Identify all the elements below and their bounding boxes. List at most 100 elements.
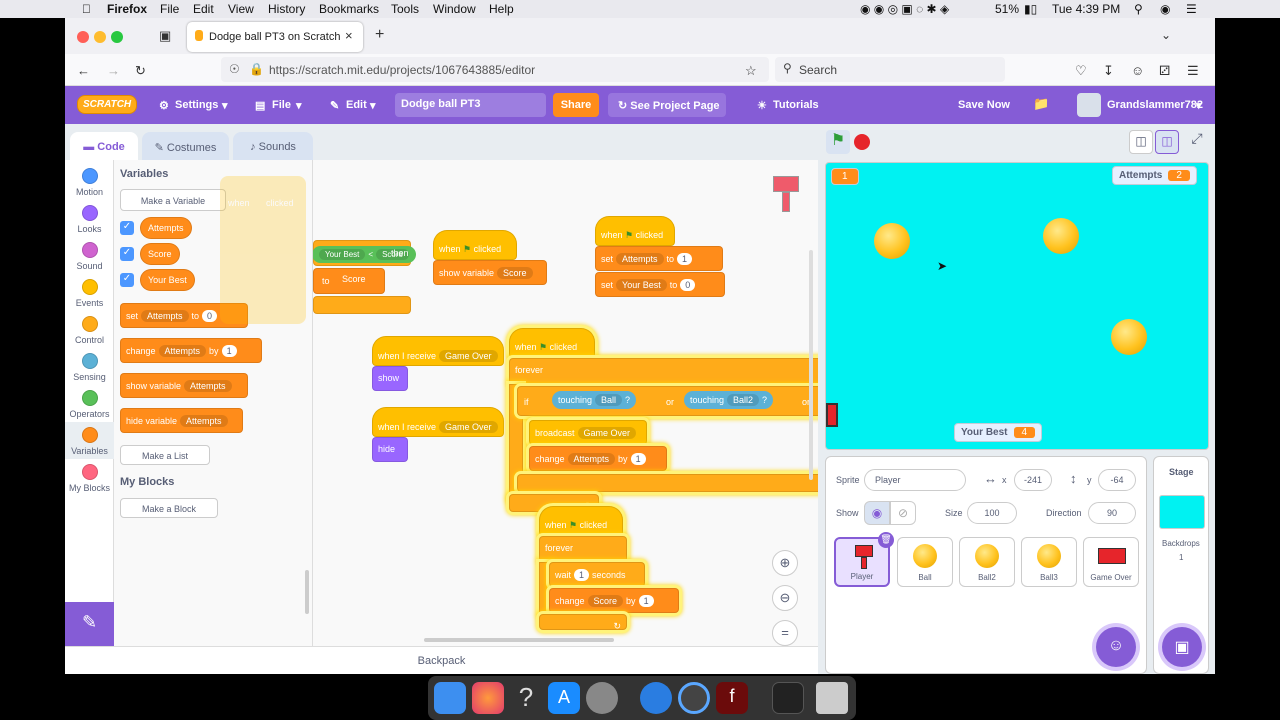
forward-icon[interactable]: → [107, 63, 120, 78]
quicktime-icon[interactable] [678, 682, 710, 714]
set-var-dropdown[interactable]: Attempts [141, 310, 189, 322]
category-my-blocks[interactable]: My Blocks [65, 464, 114, 493]
stage-backdrop-thumb[interactable] [1159, 495, 1205, 529]
sprite-name-input[interactable]: Player [864, 469, 966, 491]
direction-input[interactable]: 90 [1088, 502, 1136, 524]
ball3-sprite[interactable] [1111, 319, 1147, 355]
player-sprite[interactable] [826, 403, 838, 427]
apple-menu-icon[interactable]:  [82, 2, 91, 16]
back-icon[interactable]: ← [77, 63, 90, 78]
attempts-checkbox[interactable]: ✓ [120, 221, 134, 235]
broadcast-block[interactable]: broadcast Game Over [529, 420, 647, 445]
stage-canvas[interactable]: 1 Attempts 2 ➤ Your Best 4 [825, 162, 1209, 450]
delete-sprite-icon[interactable]: 🗑 [878, 532, 894, 548]
flash-icon[interactable]: f [716, 682, 748, 714]
forever-block[interactable]: forever [509, 358, 818, 384]
downloads-icon[interactable]: ↧ [1103, 63, 1114, 79]
your-best-monitor[interactable]: Your Best 4 [954, 423, 1043, 442]
menu-edit[interactable]: Edit [193, 2, 214, 16]
screenshot-icon[interactable] [772, 682, 804, 714]
sprite-tile-player[interactable]: Player 🗑 [834, 532, 894, 587]
add-backdrop-button[interactable]: ▣ [1162, 627, 1202, 667]
category-operators[interactable]: Operators [65, 390, 114, 419]
menu-file[interactable]: File [160, 2, 179, 16]
file-icon[interactable]: ▤ [255, 99, 265, 112]
app-name[interactable]: Firefox [107, 2, 147, 16]
show-var-dropdown[interactable]: Attempts [184, 380, 232, 392]
control-center-icon[interactable]: ☰ [1186, 2, 1197, 16]
app-store-icon[interactable]: A [548, 682, 580, 714]
when-i-receive-hat-2[interactable]: when I receive Game Over [372, 407, 504, 437]
edit-menu[interactable]: Edit [346, 99, 367, 111]
hide-var-dropdown[interactable]: Attempts [180, 415, 228, 427]
pocket-icon[interactable]: ♡ [1075, 63, 1087, 79]
menu-history[interactable]: History [268, 2, 305, 16]
wait-block[interactable]: wait 1 seconds [549, 562, 645, 587]
bookmark-star-icon[interactable]: ☆ [745, 63, 757, 79]
make-variable-button[interactable]: Make a Variable [120, 189, 226, 211]
set-your-best-block[interactable]: set Your Best to 0 [595, 272, 725, 297]
url-bar[interactable]: ☉ 🔒 https://scratch.mit.edu/projects/106… [221, 57, 769, 82]
when-flag-clicked-hat-3[interactable]: when ⚑ clicked [509, 328, 595, 358]
variable-score[interactable]: Score [140, 243, 180, 265]
score-checkbox[interactable]: ✓ [120, 247, 134, 261]
search-field[interactable]: ⚲ Search [775, 57, 1005, 82]
hide-block[interactable]: hide [372, 437, 408, 462]
normal-stage-button[interactable]: ◫ [1155, 130, 1179, 154]
save-now-button[interactable]: Save Now [958, 99, 1010, 111]
my-stuff-icon[interactable]: 📁 [1033, 96, 1049, 112]
fullscreen-icon[interactable]: ⤢ [1185, 130, 1209, 154]
close-window-button[interactable] [77, 31, 89, 43]
category-control[interactable]: Control [65, 316, 114, 345]
tab-overview-icon[interactable]: ▣ [159, 28, 171, 44]
new-tab-icon[interactable]: + [375, 26, 384, 44]
category-events[interactable]: Events [65, 279, 114, 308]
size-input[interactable]: 100 [967, 502, 1017, 524]
settings-icon[interactable]: ⚙ [159, 99, 169, 112]
show-variable-score-block[interactable]: show variable Score [433, 260, 547, 285]
spotlight-icon[interactable]: ⚲ [1134, 2, 1143, 16]
firefox-icon[interactable] [472, 682, 504, 714]
ball2-sprite[interactable] [1043, 218, 1079, 254]
add-extension-button[interactable]: ✎ [65, 602, 114, 646]
scratch-logo[interactable]: SCRATCH [77, 95, 138, 114]
when-i-receive-hat-1[interactable]: when I receive Game Over [372, 336, 504, 366]
change-value-input[interactable]: 1 [221, 345, 237, 357]
close-tab-icon[interactable]: × [345, 28, 353, 43]
category-sensing[interactable]: Sensing [65, 353, 114, 382]
category-variables[interactable]: Variables [65, 422, 114, 459]
if-touching-block[interactable]: if touching Ball? or touching Ball2? or [517, 386, 818, 416]
if-block-fragment[interactable]: Your Best < Score then [313, 240, 416, 266]
menu-window[interactable]: Window [433, 2, 476, 16]
help-icon[interactable]: ? [510, 682, 542, 714]
app-menu-icon[interactable]: ☰ [1187, 63, 1199, 79]
sprite-tile-ball3[interactable]: Ball3 [1021, 537, 1077, 587]
zoom-window-button[interactable] [111, 31, 123, 43]
make-block-button[interactable]: Make a Block [120, 498, 218, 518]
when-flag-clicked-hat-1[interactable]: when ⚑ clicked [433, 230, 517, 260]
clock[interactable]: Tue 4:39 PM [1052, 2, 1120, 16]
vertical-scrollbar[interactable] [809, 250, 813, 480]
change-variable-block[interactable]: change Attempts by 1 [120, 338, 262, 363]
show-block[interactable]: show [372, 366, 408, 391]
set-attempts-block[interactable]: set Attempts to 1 [595, 246, 723, 271]
browser-tab[interactable]: Dodge ball PT3 on Scratch × [187, 22, 363, 52]
make-list-button[interactable]: Make a List [120, 445, 210, 465]
forever-block-2[interactable]: forever [539, 536, 627, 562]
avatar[interactable] [1077, 93, 1101, 117]
tutorials-menu[interactable]: Tutorials [773, 99, 819, 111]
zoom-reset-button[interactable]: = [772, 620, 798, 646]
ball-sprite[interactable] [874, 223, 910, 259]
menu-help[interactable]: Help [489, 2, 514, 16]
record-icon[interactable]: ◉ ◉ ◎ ▣ ◌ ✱ ◈ [860, 2, 949, 16]
your-best-checkbox[interactable]: ✓ [120, 273, 134, 287]
attempts-monitor[interactable]: Attempts 2 [1112, 166, 1197, 185]
menu-view[interactable]: View [228, 2, 254, 16]
file-menu[interactable]: File [272, 99, 291, 111]
category-motion[interactable]: Motion [65, 168, 114, 197]
list-tabs-icon[interactable]: ⌄ [1161, 28, 1171, 42]
account-icon[interactable]: ☺ [1131, 63, 1144, 78]
sprite-tile-ball[interactable]: Ball [897, 537, 953, 587]
minimize-window-button[interactable] [94, 31, 106, 43]
safari-icon[interactable] [640, 682, 672, 714]
